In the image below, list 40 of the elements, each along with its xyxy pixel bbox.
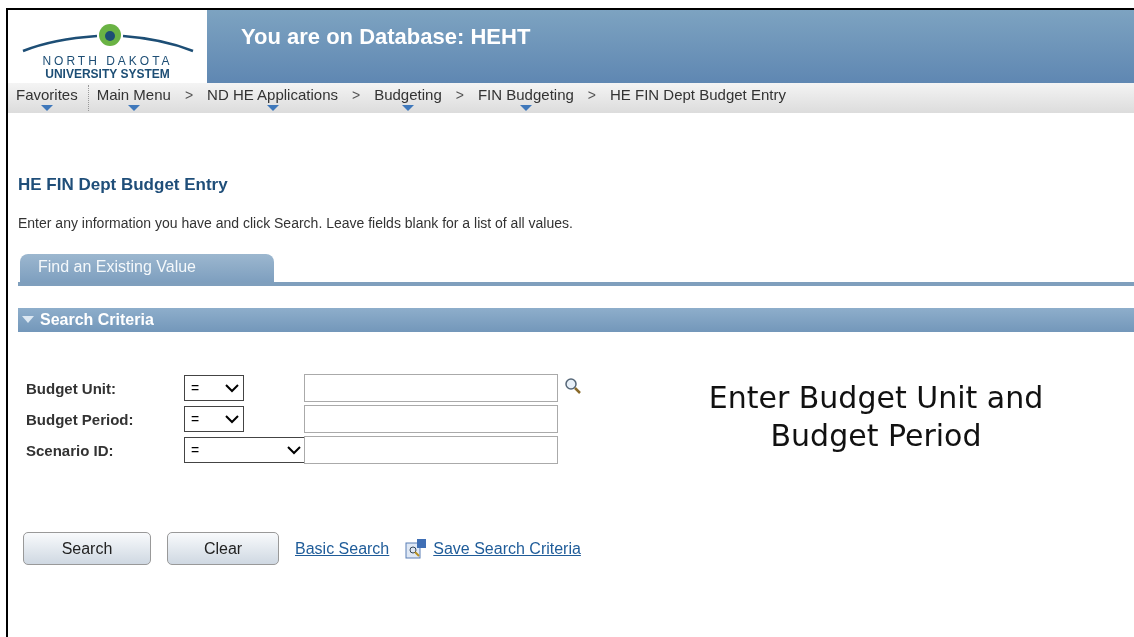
search-button[interactable]: Search: [23, 532, 151, 565]
chevron-icon: [287, 445, 301, 455]
field-label: Budget Unit:: [26, 379, 117, 397]
search-icon[interactable]: [564, 377, 582, 395]
operator-select[interactable]: =: [184, 437, 306, 463]
instruction-note: Enter Budget Unit and Budget Period: [707, 379, 1045, 455]
database-title: You are on Database: HEHT: [241, 24, 531, 49]
link[interactable]: Basic Search: [295, 539, 390, 558]
breadcrumb-item[interactable]: FIN Budgeting: [477, 83, 574, 103]
breadcrumb-separator: >: [351, 86, 362, 103]
section-title: Search Criteria: [40, 311, 154, 329]
breadcrumb-item[interactable]: Favorites: [16, 83, 78, 103]
chevron-icon: [225, 414, 239, 424]
caret-icon: [266, 105, 279, 111]
input-field[interactable]: [304, 405, 558, 433]
input-field[interactable]: [304, 436, 558, 464]
caret-icon: [127, 105, 140, 111]
page-title: HE FIN Dept Budget Entry: [18, 175, 229, 195]
caret-icon: [401, 105, 414, 111]
logo-text: NORTH DAKOTA: [42, 55, 173, 68]
chevron-icon: [225, 383, 239, 393]
breadcrumb-separator: >: [586, 86, 597, 103]
caret-icon: [519, 105, 532, 111]
breadcrumb-item[interactable]: ND HE Applications: [207, 83, 338, 103]
breadcrumb-item[interactable]: Budgeting: [374, 83, 442, 103]
instructions: Enter any information you have and click Search. Leave fields blank for a list of all values.: [18, 215, 574, 231]
link[interactable]: Save Search Criteria: [433, 539, 581, 558]
breadcrumb-item[interactable]: Main Menu: [96, 83, 171, 103]
operator-select[interactable]: =: [184, 375, 244, 401]
field-label: Scenario ID:: [26, 441, 115, 459]
breadcrumb-item[interactable]: HE FIN Dept Budget Entry: [610, 83, 786, 103]
save-search-icon[interactable]: [405, 538, 428, 559]
breadcrumb-separator: >: [183, 86, 195, 103]
logo-text: UNIVERSITY SYSTEM: [45, 68, 170, 81]
caret-icon: [40, 105, 53, 111]
input-field[interactable]: [304, 374, 558, 402]
breadcrumb-separator: >: [454, 86, 465, 103]
field-label: Budget Period:: [26, 410, 135, 428]
operator-select[interactable]: =: [184, 406, 244, 432]
clear-button[interactable]: Clear: [167, 532, 279, 565]
